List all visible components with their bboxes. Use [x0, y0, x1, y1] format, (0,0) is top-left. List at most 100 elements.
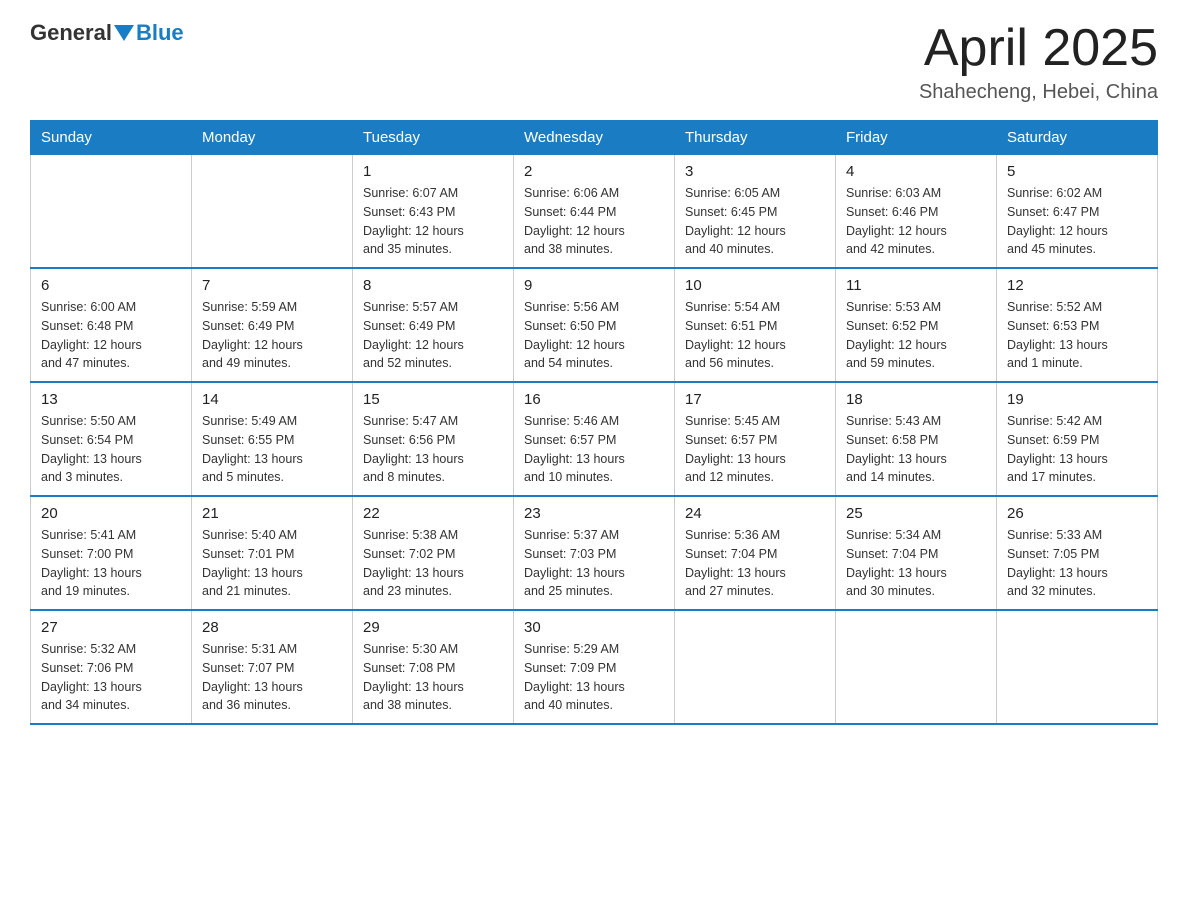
day-info: Sunrise: 5:33 AM Sunset: 7:05 PM Dayligh… [1007, 526, 1147, 601]
calendar-cell [31, 155, 192, 269]
day-number: 18 [846, 391, 986, 408]
day-info: Sunrise: 5:36 AM Sunset: 7:04 PM Dayligh… [685, 526, 825, 601]
logo-general-text: General [30, 20, 112, 46]
day-info: Sunrise: 5:37 AM Sunset: 7:03 PM Dayligh… [524, 526, 664, 601]
day-info: Sunrise: 5:32 AM Sunset: 7:06 PM Dayligh… [41, 640, 181, 715]
day-number: 5 [1007, 163, 1147, 180]
weekday-header-tuesday: Tuesday [353, 121, 514, 155]
day-info: Sunrise: 6:03 AM Sunset: 6:46 PM Dayligh… [846, 184, 986, 259]
page-header: General Blue April 2025 Shahecheng, Hebe… [30, 20, 1158, 104]
day-number: 2 [524, 163, 664, 180]
day-number: 4 [846, 163, 986, 180]
day-number: 13 [41, 391, 181, 408]
calendar-cell [997, 610, 1158, 724]
calendar-cell [836, 610, 997, 724]
calendar-cell: 13 Sunrise: 5:50 AM Sunset: 6:54 PM Dayli… [31, 382, 192, 496]
day-info: Sunrise: 5:31 AM Sunset: 7:07 PM Dayligh… [202, 640, 342, 715]
day-number: 24 [685, 505, 825, 522]
day-info: Sunrise: 5:54 AM Sunset: 6:51 PM Dayligh… [685, 298, 825, 373]
day-number: 1 [363, 163, 503, 180]
day-number: 9 [524, 277, 664, 294]
day-number: 15 [363, 391, 503, 408]
logo-arrow-icon [114, 25, 134, 41]
calendar-cell: 11 Sunrise: 5:53 AM Sunset: 6:52 PM Dayli… [836, 268, 997, 382]
location-text: Shahecheng, Hebei, China [919, 81, 1158, 104]
calendar-cell: 19 Sunrise: 5:42 AM Sunset: 6:59 PM Dayli… [997, 382, 1158, 496]
calendar-cell: 23Sunrise: 5:37 AM Sunset: 7:03 PM Dayli… [514, 496, 675, 610]
day-number: 8 [363, 277, 503, 294]
calendar-cell: 6 Sunrise: 6:00 AM Sunset: 6:48 PM Daylig… [31, 268, 192, 382]
day-number: 16 [524, 391, 664, 408]
weekday-header-thursday: Thursday [675, 121, 836, 155]
day-info: Sunrise: 6:00 AM Sunset: 6:48 PM Dayligh… [41, 298, 181, 373]
day-info: Sunrise: 5:49 AM Sunset: 6:55 PM Dayligh… [202, 412, 342, 487]
calendar-cell: 18Sunrise: 5:43 AM Sunset: 6:58 PM Dayli… [836, 382, 997, 496]
calendar-cell: 14Sunrise: 5:49 AM Sunset: 6:55 PM Dayli… [192, 382, 353, 496]
calendar-cell [192, 155, 353, 269]
day-number: 7 [202, 277, 342, 294]
day-info: Sunrise: 5:38 AM Sunset: 7:02 PM Dayligh… [363, 526, 503, 601]
calendar-cell: 9 Sunrise: 5:56 AM Sunset: 6:50 PM Daylig… [514, 268, 675, 382]
day-number: 6 [41, 277, 181, 294]
calendar-cell: 25Sunrise: 5:34 AM Sunset: 7:04 PM Dayli… [836, 496, 997, 610]
calendar-cell: 16 Sunrise: 5:46 AM Sunset: 6:57 PM Dayli… [514, 382, 675, 496]
day-info: Sunrise: 5:42 AM Sunset: 6:59 PM Dayligh… [1007, 412, 1147, 487]
calendar-cell: 7 Sunrise: 5:59 AM Sunset: 6:49 PM Daylig… [192, 268, 353, 382]
day-number: 19 [1007, 391, 1147, 408]
day-number: 27 [41, 619, 181, 636]
day-info: Sunrise: 5:30 AM Sunset: 7:08 PM Dayligh… [363, 640, 503, 715]
calendar-cell: 10Sunrise: 5:54 AM Sunset: 6:51 PM Dayli… [675, 268, 836, 382]
weekday-header-row: SundayMondayTuesdayWednesdayThursdayFrid… [31, 121, 1158, 155]
day-number: 20 [41, 505, 181, 522]
day-number: 17 [685, 391, 825, 408]
day-number: 12 [1007, 277, 1147, 294]
day-number: 11 [846, 277, 986, 294]
day-info: Sunrise: 5:59 AM Sunset: 6:49 PM Dayligh… [202, 298, 342, 373]
calendar-cell: 4 Sunrise: 6:03 AM Sunset: 6:46 PM Daylig… [836, 155, 997, 269]
day-info: Sunrise: 5:57 AM Sunset: 6:49 PM Dayligh… [363, 298, 503, 373]
day-info: Sunrise: 6:02 AM Sunset: 6:47 PM Dayligh… [1007, 184, 1147, 259]
day-info: Sunrise: 6:06 AM Sunset: 6:44 PM Dayligh… [524, 184, 664, 259]
day-info: Sunrise: 5:56 AM Sunset: 6:50 PM Dayligh… [524, 298, 664, 373]
calendar-cell: 8 Sunrise: 5:57 AM Sunset: 6:49 PM Daylig… [353, 268, 514, 382]
day-number: 3 [685, 163, 825, 180]
calendar-cell: 21 Sunrise: 5:40 AM Sunset: 7:01 PM Dayli… [192, 496, 353, 610]
calendar-cell: 3Sunrise: 6:05 AM Sunset: 6:45 PM Daylig… [675, 155, 836, 269]
weekday-header-wednesday: Wednesday [514, 121, 675, 155]
day-info: Sunrise: 5:53 AM Sunset: 6:52 PM Dayligh… [846, 298, 986, 373]
day-info: Sunrise: 5:46 AM Sunset: 6:57 PM Dayligh… [524, 412, 664, 487]
week-row-2: 6 Sunrise: 6:00 AM Sunset: 6:48 PM Daylig… [31, 268, 1158, 382]
week-row-4: 20 Sunrise: 5:41 AM Sunset: 7:00 PM Dayli… [31, 496, 1158, 610]
calendar-cell: 15 Sunrise: 5:47 AM Sunset: 6:56 PM Dayli… [353, 382, 514, 496]
weekday-header-saturday: Saturday [997, 121, 1158, 155]
title-area: April 2025 Shahecheng, Hebei, China [919, 20, 1158, 104]
day-number: 30 [524, 619, 664, 636]
calendar-cell: 26 Sunrise: 5:33 AM Sunset: 7:05 PM Dayli… [997, 496, 1158, 610]
week-row-3: 13 Sunrise: 5:50 AM Sunset: 6:54 PM Dayli… [31, 382, 1158, 496]
calendar-cell: 2 Sunrise: 6:06 AM Sunset: 6:44 PM Daylig… [514, 155, 675, 269]
calendar-cell: 17 Sunrise: 5:45 AM Sunset: 6:57 PM Dayli… [675, 382, 836, 496]
calendar-cell: 27 Sunrise: 5:32 AM Sunset: 7:06 PM Dayli… [31, 610, 192, 724]
day-info: Sunrise: 5:45 AM Sunset: 6:57 PM Dayligh… [685, 412, 825, 487]
day-number: 21 [202, 505, 342, 522]
weekday-header-sunday: Sunday [31, 121, 192, 155]
day-number: 22 [363, 505, 503, 522]
calendar-table: SundayMondayTuesdayWednesdayThursdayFrid… [30, 120, 1158, 725]
logo-blue-text: Blue [136, 20, 184, 46]
day-number: 28 [202, 619, 342, 636]
weekday-header-monday: Monday [192, 121, 353, 155]
day-info: Sunrise: 5:47 AM Sunset: 6:56 PM Dayligh… [363, 412, 503, 487]
weekday-header-friday: Friday [836, 121, 997, 155]
calendar-cell: 1Sunrise: 6:07 AM Sunset: 6:43 PM Daylig… [353, 155, 514, 269]
day-info: Sunrise: 5:40 AM Sunset: 7:01 PM Dayligh… [202, 526, 342, 601]
calendar-cell: 20 Sunrise: 5:41 AM Sunset: 7:00 PM Dayli… [31, 496, 192, 610]
month-title: April 2025 [919, 20, 1158, 77]
day-info: Sunrise: 5:50 AM Sunset: 6:54 PM Dayligh… [41, 412, 181, 487]
calendar-cell: 28 Sunrise: 5:31 AM Sunset: 7:07 PM Dayli… [192, 610, 353, 724]
calendar-cell: 29Sunrise: 5:30 AM Sunset: 7:08 PM Dayli… [353, 610, 514, 724]
day-number: 25 [846, 505, 986, 522]
week-row-1: 1Sunrise: 6:07 AM Sunset: 6:43 PM Daylig… [31, 155, 1158, 269]
day-info: Sunrise: 5:41 AM Sunset: 7:00 PM Dayligh… [41, 526, 181, 601]
day-info: Sunrise: 5:29 AM Sunset: 7:09 PM Dayligh… [524, 640, 664, 715]
day-number: 26 [1007, 505, 1147, 522]
